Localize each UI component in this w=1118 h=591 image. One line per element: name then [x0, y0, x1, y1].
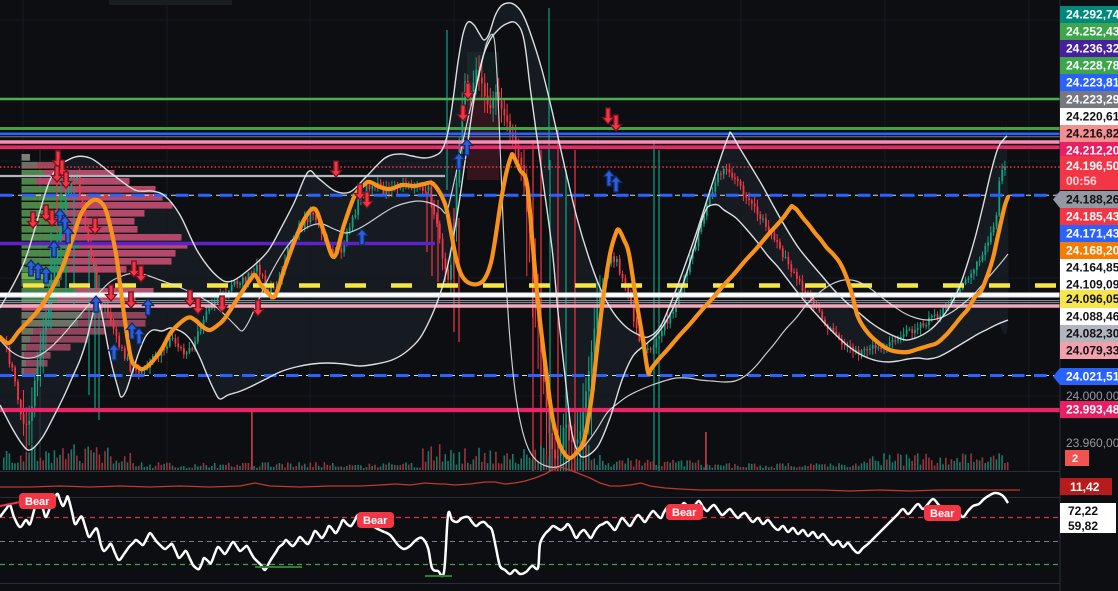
svg-text:00:56: 00:56	[1066, 174, 1097, 188]
svg-text:24.109,09: 24.109,09	[1066, 278, 1118, 292]
svg-text:24.223,29: 24.223,29	[1066, 93, 1118, 107]
svg-text:24.236,32: 24.236,32	[1066, 42, 1118, 56]
svg-text:24.185,43: 24.185,43	[1066, 210, 1118, 224]
svg-text:24.082,30: 24.082,30	[1066, 327, 1118, 341]
svg-text:24.171,43: 24.171,43	[1066, 227, 1118, 241]
svg-text:59,82: 59,82	[1068, 519, 1098, 533]
svg-text:24.096,05: 24.096,05	[1066, 292, 1118, 306]
svg-text:24.292,74: 24.292,74	[1066, 8, 1118, 22]
svg-text:Bear: Bear	[672, 507, 697, 519]
svg-text:24.228,78: 24.228,78	[1066, 59, 1118, 73]
svg-text:23.960,00: 23.960,00	[1066, 436, 1118, 450]
svg-text:24.220,61: 24.220,61	[1066, 110, 1118, 124]
svg-text:24.223,81: 24.223,81	[1066, 76, 1118, 90]
svg-text:24.164,85: 24.164,85	[1066, 261, 1118, 275]
svg-text:24.088,46: 24.088,46	[1066, 310, 1118, 324]
svg-text:23.993,48: 23.993,48	[1066, 403, 1118, 417]
svg-text:24.188,26: 24.188,26	[1066, 193, 1118, 207]
svg-text:24.168,20: 24.168,20	[1066, 244, 1118, 258]
svg-text:24.000,00: 24.000,00	[1066, 389, 1118, 403]
svg-text:24.021,51: 24.021,51	[1066, 370, 1118, 384]
svg-text:72,22: 72,22	[1068, 504, 1098, 518]
svg-text:Bear: Bear	[930, 508, 955, 520]
svg-text:2: 2	[1072, 453, 1078, 465]
svg-text:24.216,82: 24.216,82	[1066, 127, 1118, 141]
svg-text:24.079,33: 24.079,33	[1066, 344, 1118, 358]
svg-text:24.212,20: 24.212,20	[1066, 144, 1118, 158]
svg-text:24.252,43: 24.252,43	[1066, 25, 1118, 39]
svg-text:Bear: Bear	[25, 496, 50, 508]
svg-text:24.196,50: 24.196,50	[1066, 159, 1118, 173]
svg-text:Bear: Bear	[363, 515, 388, 527]
svg-text:11,42: 11,42	[1070, 480, 1100, 494]
